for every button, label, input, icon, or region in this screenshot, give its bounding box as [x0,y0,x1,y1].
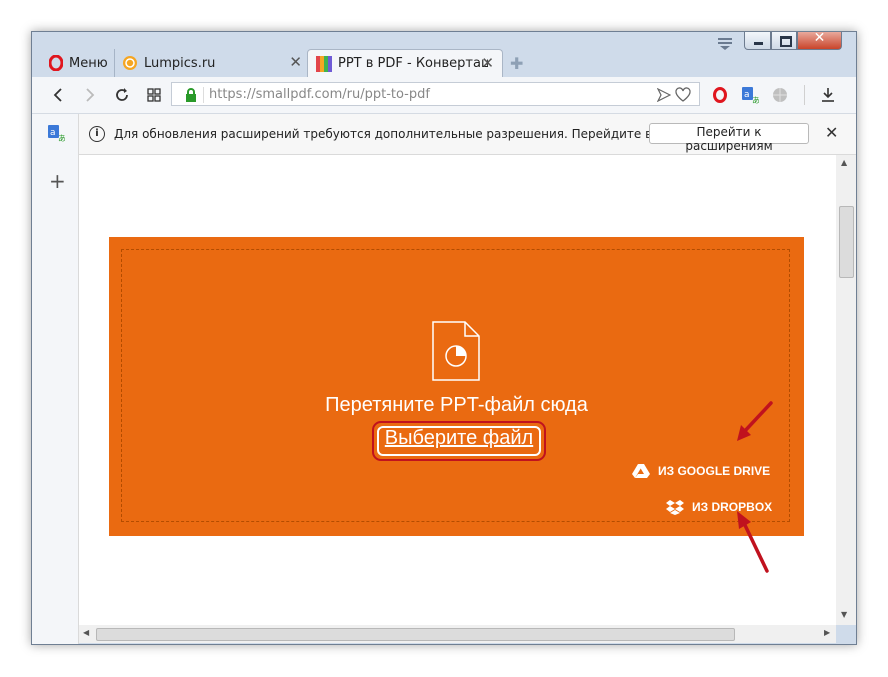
speed-dial-icon[interactable] [143,84,165,106]
horizontal-scrollbar[interactable]: ◀ ▶ [79,625,836,643]
ppt-file-icon [432,321,480,381]
new-tab-icon[interactable]: ✚ [510,54,523,73]
reload-icon[interactable] [111,84,133,106]
dropzone-border [121,249,790,522]
url-text: https://smallpdf.com/ru/ppt-to-pdf [209,87,430,102]
svg-text:あ: あ [752,96,759,104]
scroll-right-icon[interactable]: ▶ [824,628,830,637]
add-sidebar-item-icon[interactable]: + [49,169,66,193]
extension-permissions-bar: i Для обновления расширений требуются до… [79,114,856,155]
tab-menu-icon[interactable] [716,36,734,50]
translate-extension-icon[interactable]: aあ [739,84,761,106]
info-icon: i [89,126,105,142]
scroll-down-icon[interactable]: ▼ [841,610,847,619]
page-content: Перетяните PPT-файл сюда Выберите файл И… [79,155,836,625]
tab-label: PPT в PDF - Конвертация [338,56,488,71]
opera-extension-icon[interactable] [709,84,731,106]
drop-text: Перетяните PPT-файл сюда [325,394,588,416]
choose-file-link[interactable]: Выберите файл [374,427,544,450]
svg-text:a: a [50,128,56,138]
google-drive-label: ИЗ GOOGLE DRIVE [658,463,771,478]
close-tab-icon[interactable]: ✕ [289,53,302,71]
close-window-button[interactable]: ✕ [797,30,842,50]
opera-menu-tab[interactable]: Меню [39,49,115,77]
info-message: Для обновления расширений требуются допо… [114,127,726,141]
dropbox-icon [666,500,684,515]
toolbar: https://smallpdf.com/ru/ppt-to-pdf aあ [32,77,856,114]
send-icon[interactable] [657,88,671,102]
heart-icon[interactable] [675,87,691,102]
annotation-arrow-dropbox [737,511,769,573]
smallpdf-favicon [316,55,332,72]
lumpics-favicon [123,56,137,70]
choose-file-highlight: Выберите файл [372,421,546,461]
tab-smallpdf[interactable]: PPT в PDF - Конвертация ✕ [307,49,503,77]
svg-text:あ: あ [58,134,65,142]
horizontal-scroll-thumb[interactable] [96,628,735,641]
close-icon: ✕ [813,30,826,46]
vertical-scrollbar[interactable]: ▲ ▼ [836,155,856,625]
scroll-up-icon[interactable]: ▲ [841,158,847,167]
upload-dropzone[interactable]: Перетяните PPT-файл сюда Выберите файл И… [109,237,804,573]
vertical-scroll-thumb[interactable] [839,206,854,278]
google-drive-icon [632,464,650,478]
globe-extension-icon[interactable] [769,84,791,106]
maximize-button[interactable] [771,32,797,50]
back-icon[interactable] [47,84,69,106]
browser-window: ✕ Меню Lumpics.ru ✕ PPT в PDF - Конверта… [31,30,857,645]
tab-lumpics[interactable]: Lumpics.ru ✕ [114,49,310,77]
address-bar[interactable]: https://smallpdf.com/ru/ppt-to-pdf [171,82,700,106]
lock-icon [186,88,196,102]
close-tab-icon[interactable]: ✕ [481,54,494,72]
scroll-left-icon[interactable]: ◀ [83,628,89,637]
svg-text:a: a [744,90,750,100]
annotation-arrow-gdrive [737,401,773,441]
tab-label: Lumpics.ru [144,55,216,71]
close-infobar-icon[interactable]: ✕ [825,123,838,142]
opera-icon [49,55,63,71]
minimize-button[interactable] [744,32,771,50]
sidebar-translate-icon[interactable]: aあ [47,124,66,146]
download-icon[interactable] [817,84,839,106]
forward-icon[interactable] [79,84,101,106]
go-to-extensions-button[interactable]: Перейти к расширениям [649,123,809,153]
sidebar: aあ + [32,114,79,644]
tab-label: Меню [69,55,108,71]
google-drive-button[interactable]: ИЗ GOOGLE DRIVE [632,463,770,478]
